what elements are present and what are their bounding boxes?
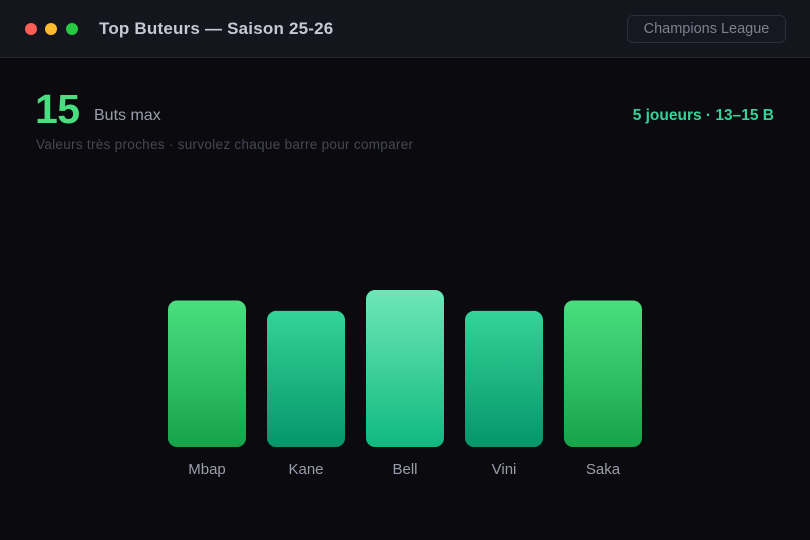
- bar-bell[interactable]: Bell: 15: [366, 290, 444, 447]
- bar-mbap[interactable]: Mbap: 14: [168, 300, 246, 447]
- bar-chart: Mbap: 14 Mbap Kane: 13 Kane Bell: 15 Bell Vini…: [168, 290, 642, 478]
- bar-kane[interactable]: Kane: 13: [267, 310, 345, 447]
- x-tick-label-kane: Kane: [288, 461, 323, 478]
- x-tick-label-bell: Bell: [392, 461, 417, 478]
- bar-saka[interactable]: Saka: 14: [564, 300, 642, 447]
- x-tick-label-mbap: Mbap: [188, 461, 226, 478]
- app-window: Top Buteurs — Saison 25-26 Champions Lea…: [0, 0, 810, 540]
- x-tick-label-vini: Vini: [492, 461, 517, 478]
- x-tick-label-saka: Saka: [586, 461, 621, 478]
- bar-vini[interactable]: Vini: 13: [465, 310, 543, 447]
